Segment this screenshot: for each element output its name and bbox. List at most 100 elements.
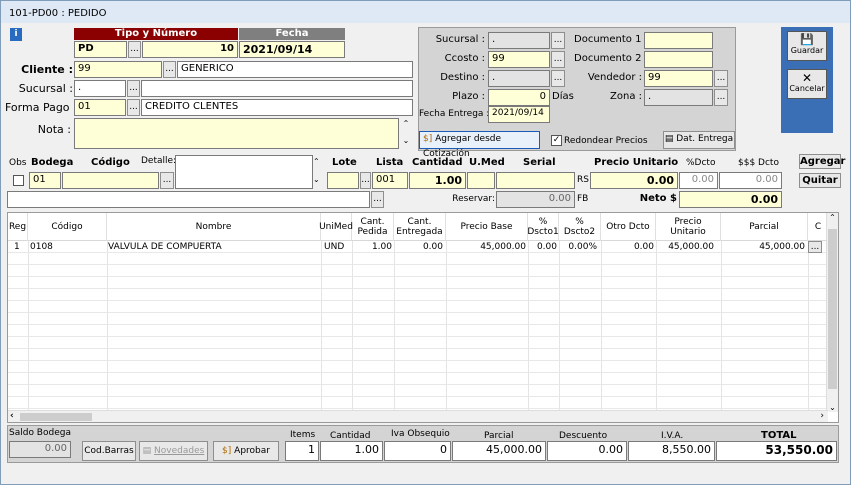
ccosto-lookup-button[interactable]: ... [551,51,565,68]
table-row[interactable]: 1 0108 VALVULA DE COMPUERTA UND 1.00 0.0… [8,241,828,253]
cantidad-field[interactable]: 1.00 [409,172,466,189]
table-row[interactable] [8,301,828,313]
table-row[interactable] [8,397,828,409]
scroll-thumb[interactable] [828,229,837,389]
neto-field[interactable]: 0.00 [679,191,782,208]
dat-entrega-button[interactable]: ▤ Dat. Entrega [663,131,735,149]
detalle-scroll-up-icon[interactable]: ⌃ [313,157,320,166]
rp-sucursal-lookup-button[interactable]: ... [551,32,565,49]
serial-field[interactable] [496,172,575,189]
table-row[interactable] [8,265,828,277]
plazo-field[interactable]: 0 [488,89,550,106]
col-cant-entregada[interactable]: Cant. Entregada [394,213,446,241]
grid-vertical-scrollbar[interactable]: ⌃ ⌄ [826,213,838,412]
detalle-scroll-down-icon[interactable]: ⌄ [313,175,320,184]
cancelar-button[interactable]: ✕ Cancelar [787,69,827,99]
agregar-cotizacion-button[interactable]: $] Agregar desde Cotización [419,131,540,159]
table-row[interactable] [8,349,828,361]
sucursal-lookup-button[interactable]: ... [127,80,140,97]
col-c[interactable]: C [808,213,828,241]
precio-unitario-field[interactable]: 0.00 [590,172,678,189]
lote-field[interactable] [327,172,359,189]
rp-sucursal-field[interactable]: . [488,32,550,49]
forma-pago-name-field[interactable]: CREDITO CLENTES [141,99,413,116]
col-dscto2[interactable]: % Dscto2 [559,213,601,241]
col-otro-dcto[interactable]: Otro Dcto [601,213,656,241]
cliente-name-field[interactable]: GENERICO [177,61,413,78]
lista-field[interactable]: 001 [372,172,408,189]
table-row[interactable] [8,385,828,397]
table-row[interactable] [8,289,828,301]
cod-barras-button[interactable]: Cod.Barras [82,441,136,461]
col-codigo[interactable]: Código [28,213,107,241]
scroll-left-icon[interactable]: ‹ [10,411,14,421]
vendedor-lookup-button[interactable]: ... [714,70,728,87]
scroll-down-icon[interactable]: ⌄ [827,403,838,412]
scroll-right-icon[interactable]: › [820,411,824,421]
col-dscto1[interactable]: % Dscto1 [527,213,559,241]
documento1-field[interactable] [644,32,713,49]
redondear-checkbox[interactable]: ✓ [551,135,562,146]
col-cant-pedida[interactable]: Cant. Pedida [352,213,394,241]
col-nombre[interactable]: Nombre [107,213,321,241]
umed-field[interactable] [467,172,495,189]
numero-field[interactable]: 10 [142,41,238,58]
tipo-lookup-button[interactable]: ... [128,41,141,58]
zona-lookup-button[interactable]: ... [714,89,728,106]
bodega-field[interactable]: 01 [29,172,61,189]
agregar-button[interactable]: Agregar [799,154,845,169]
aprobar-button[interactable]: $] Aprobar [213,441,279,461]
zona-field[interactable]: . [644,89,713,106]
col-precio-base[interactable]: Precio Base [446,213,528,241]
quitar-button[interactable]: Quitar [799,173,841,188]
cliente-lookup-button[interactable]: ... [163,61,176,78]
novedades-button[interactable]: ▤ Novedades [139,441,208,461]
lote-lookup-button[interactable]: ... [360,172,371,189]
table-row[interactable] [8,373,828,385]
table-row[interactable] [8,325,828,337]
forma-pago-code-field[interactable]: 01 [74,99,126,116]
row-detail-button[interactable]: ... [808,241,822,253]
guardar-button[interactable]: 💾 Guardar [787,31,827,61]
tipo-field[interactable]: PD [74,41,127,58]
fecha-entrega-field[interactable]: 2021/09/14 [488,106,550,123]
table-row[interactable] [8,337,828,349]
descripcion-field[interactable] [7,191,370,208]
col-reg[interactable]: Reg [8,213,28,241]
vendedor-field[interactable]: 99 [644,70,713,87]
sucursal-name-field[interactable] [141,80,413,97]
table-row[interactable] [8,277,828,289]
pdcto-field[interactable]: 0.00 [679,172,718,189]
grid-header: Reg Código Nombre UniMed Cant. Pedida Ca… [8,213,828,241]
obs-checkbox[interactable] [13,175,24,186]
destino-lookup-button[interactable]: ... [551,70,565,87]
table-row[interactable] [8,313,828,325]
documento2-field[interactable] [644,51,713,68]
col-parcial[interactable]: Parcial [721,213,808,241]
fecha-field[interactable]: 2021/09/14 [239,41,345,58]
iva-obsequio-field: 0 [384,441,451,461]
table-row[interactable] [8,253,828,265]
descripcion-lookup-button[interactable]: ... [371,191,384,208]
items-grid: Reg Código Nombre UniMed Cant. Pedida Ca… [7,212,839,423]
info-icon[interactable]: i [10,28,22,41]
col-unimed[interactable]: UniMed [319,213,353,241]
nota-scroll-up-icon[interactable]: ⌃ [401,119,411,131]
destino-field[interactable]: . [488,70,550,87]
cliente-code-field[interactable]: 99 [74,61,162,78]
col-precio-unitario[interactable]: Precio Unitario [656,213,721,241]
ccosto-field[interactable]: 99 [488,51,550,68]
sucursal-code-field[interactable]: . [74,80,126,97]
detalle-field[interactable] [175,155,313,189]
nota-scroll-down-icon[interactable]: ⌄ [401,136,411,148]
codigo-lookup-button[interactable]: ... [160,172,174,189]
scroll-up-icon[interactable]: ⌃ [827,213,838,222]
nota-field[interactable] [74,118,399,149]
reservar-field[interactable]: 0.00 [496,191,575,208]
table-row[interactable] [8,361,828,373]
codigo-field[interactable] [62,172,159,189]
grid-horizontal-scrollbar[interactable]: ‹ › [8,410,828,422]
hscroll-thumb[interactable] [20,413,92,421]
forma-pago-lookup-button[interactable]: ... [127,99,140,116]
sdcto-field[interactable]: 0.00 [719,172,782,189]
